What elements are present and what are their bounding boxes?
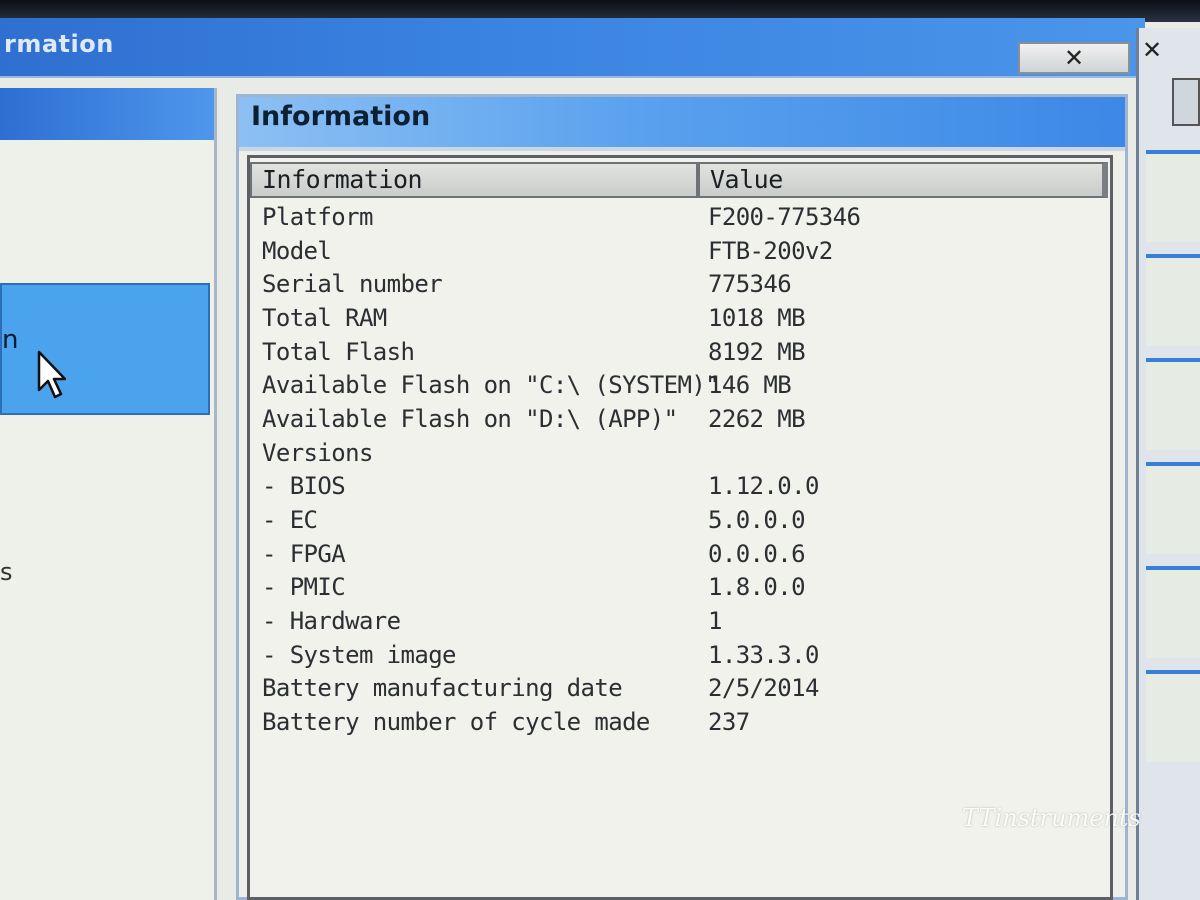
table-row[interactable]: Serial number 775346 [250,267,1108,301]
row-value: 1.12.0.0 [708,472,819,501]
row-value: 8192 MB [708,337,806,366]
left-panel-header [0,88,214,140]
table-row[interactable]: - PMIC 1.8.0.0 [250,571,1108,605]
right-close-icon[interactable]: ✕ [1140,36,1164,64]
table-row[interactable]: Available Flash on "D:\ (APP)" 2262 MB [250,402,1108,436]
row-value: 146 MB [708,371,792,400]
row-value: 1 [708,607,722,636]
column-header-value[interactable]: Value [698,162,1108,198]
row-name: Total Flash [262,337,415,366]
row-value: 1.33.3.0 [708,640,819,669]
table-rows: Platform F200-775346 Model FTB-200v2 Ser… [250,200,1108,739]
table-row[interactable]: Total RAM 1018 MB [250,301,1108,335]
row-value: 0.0.0.6 [708,539,806,568]
row-value: 775346 [708,270,792,299]
table-row[interactable]: - System image 1.33.3.0 [250,638,1108,672]
table-row[interactable]: - EC 5.0.0.0 [250,503,1108,537]
table-row[interactable]: Available Flash on "C:\ (SYSTEM)" 146 MB [250,368,1108,402]
row-name: Versions [262,438,373,467]
information-window-titlebar: Information [239,97,1125,147]
information-table: Information Value Platform F200-775346 M… [247,155,1113,900]
row-value: F200-775346 [708,202,861,231]
right-tile[interactable] [1146,670,1200,762]
row-value: 1.8.0.0 [708,573,806,602]
information-window: Information Information Value Platform F… [236,94,1128,900]
device-screen: rmation ✕ ✕ n s Information Information [0,0,1200,900]
row-value: FTB-200v2 [708,236,833,265]
row-name: Model [262,236,332,265]
left-navigation-panel: n s [0,88,217,900]
left-item-label: s [0,558,13,586]
row-value: 1018 MB [708,303,806,332]
table-row[interactable]: Total Flash 8192 MB [250,335,1108,369]
row-value: 2262 MB [708,404,806,433]
right-tile[interactable] [1146,358,1200,450]
row-name: Battery number of cycle made [262,708,650,737]
row-name: - System image [262,640,456,669]
table-row[interactable]: Model FTB-200v2 [250,234,1108,268]
table-row[interactable]: - FPGA 0.0.0.6 [250,537,1108,571]
row-name: Available Flash on "C:\ (SYSTEM)" [262,371,720,400]
row-value: 5.0.0.0 [708,506,806,535]
row-name: - BIOS [262,472,346,501]
table-row[interactable]: Battery manufacturing date 2/5/2014 [250,672,1108,706]
table-header: Information Value [250,162,1108,202]
table-row[interactable]: Versions [250,436,1108,470]
window-title: Information [251,101,431,132]
column-header-information[interactable]: Information [250,162,698,198]
close-icon: ✕ [1063,44,1085,72]
row-name: Battery manufacturing date [262,674,623,703]
row-name: - PMIC [262,573,346,602]
right-tile[interactable] [1146,462,1200,554]
outer-window-titlebar [0,18,1145,78]
row-name: Available Flash on "D:\ (APP)" [262,404,678,433]
left-selected-item-label: n [2,325,19,355]
left-selected-item[interactable]: n [0,283,210,415]
battery-icon [1172,78,1200,126]
watermark: TTinstruments [962,804,1141,832]
titlebar-divider [239,147,1125,151]
table-row[interactable]: - Hardware 1 [250,604,1108,638]
row-name: - EC [262,506,318,535]
row-name: Total RAM [262,303,387,332]
table-row[interactable]: Platform F200-775346 [250,200,1108,234]
table-row[interactable]: Battery number of cycle made 237 [250,705,1108,739]
row-name: Serial number [262,270,443,299]
right-tile[interactable] [1146,254,1200,346]
right-tile[interactable] [1146,566,1200,658]
row-name: - FPGA [262,539,346,568]
row-name: Platform [262,202,373,231]
table-row[interactable]: - BIOS 1.12.0.0 [250,470,1108,504]
outer-window-title: rmation [4,30,114,58]
right-tile-list [1146,150,1200,774]
row-value: 237 [708,708,750,737]
right-tile[interactable] [1146,150,1200,242]
row-name: - Hardware [262,607,401,636]
mouse-pointer-icon [37,350,66,399]
row-value: 2/5/2014 [708,674,819,703]
outer-close-button[interactable]: ✕ [1018,42,1130,74]
